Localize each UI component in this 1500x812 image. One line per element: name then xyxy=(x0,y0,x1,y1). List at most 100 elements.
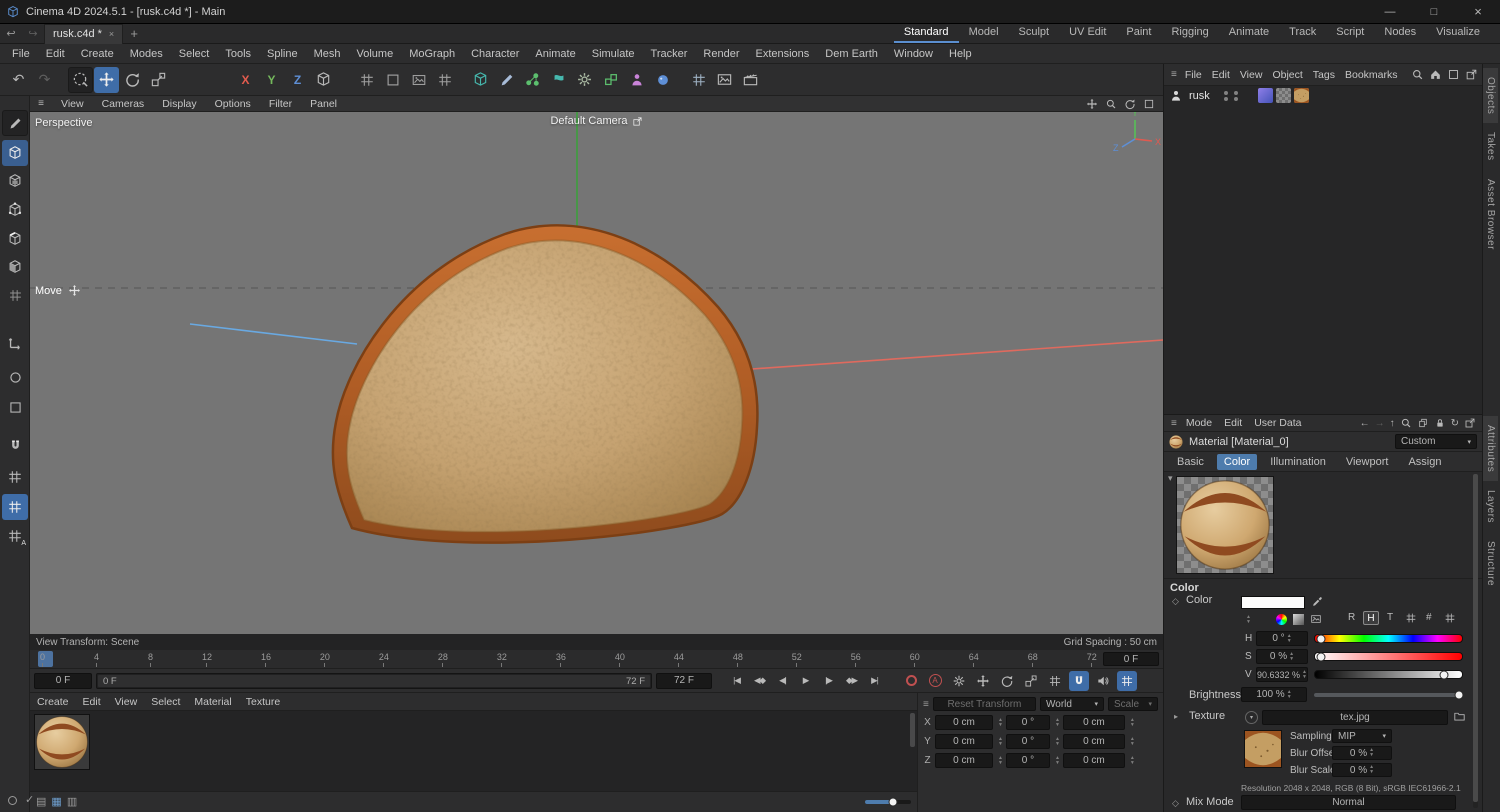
swatches-icon[interactable] xyxy=(1405,612,1417,624)
model-mode-button[interactable] xyxy=(2,140,28,166)
playback-button[interactable]: |◀ xyxy=(726,671,747,691)
mixmode-key-diamond[interactable]: ◇ xyxy=(1172,798,1179,809)
tab-close-icon[interactable]: × xyxy=(109,29,114,39)
history-forward-icon[interactable]: → xyxy=(1375,418,1385,429)
viewport-solo-button[interactable] xyxy=(2,364,28,390)
layout-tab[interactable]: Visualize xyxy=(1426,24,1490,43)
blur-offset-field[interactable]: 0 % ▲▼ xyxy=(1332,746,1392,760)
viewport-view-label[interactable]: Perspective xyxy=(35,117,92,129)
texture-options-icon[interactable]: ▾ xyxy=(1245,711,1258,724)
object-menu-icon[interactable]: ≡ xyxy=(1168,69,1180,80)
parameter-key-toggle[interactable] xyxy=(1045,671,1065,691)
toolbar-grid-icon-b[interactable] xyxy=(380,67,405,93)
texture-thumbnail[interactable] xyxy=(1244,730,1282,768)
floor-grid-button[interactable] xyxy=(686,67,711,93)
tab-add-icon[interactable]: + xyxy=(123,26,145,41)
viewport-menu-item[interactable]: Panel xyxy=(301,98,346,110)
texture-mode-button[interactable] xyxy=(2,168,28,194)
position-field[interactable]: 0 cm xyxy=(935,734,993,749)
menu-item[interactable]: File xyxy=(4,48,38,60)
attribute-tab[interactable]: Assign xyxy=(1401,454,1448,470)
menu-item[interactable]: Tracker xyxy=(643,48,696,60)
saturation-slider[interactable] xyxy=(1314,652,1463,661)
attr-external-icon[interactable] xyxy=(1464,417,1476,429)
axis-y-lock-button[interactable]: Y xyxy=(259,67,284,93)
menu-item[interactable]: Modes xyxy=(122,48,171,60)
edges-mode-button[interactable] xyxy=(2,226,28,252)
material-menu-item[interactable]: Create xyxy=(30,696,76,708)
mograph-button[interactable] xyxy=(520,67,545,93)
viewport-menu-item[interactable]: Options xyxy=(206,98,260,110)
material-thumbnail[interactable] xyxy=(34,714,90,770)
nav-forward-icon[interactable]: ↪ xyxy=(22,27,44,40)
status-indicator-icon[interactable] xyxy=(6,794,19,807)
viewport-camera-label[interactable]: Default Camera xyxy=(550,115,642,127)
brightness-slider[interactable] xyxy=(1314,693,1463,697)
redo-button[interactable]: ↷ xyxy=(32,67,57,93)
toolbar-grid-icon-a[interactable] xyxy=(354,67,379,93)
render-visibility-dots[interactable] xyxy=(1234,91,1238,101)
workplane-button[interactable] xyxy=(2,464,28,490)
object-menu-item[interactable]: View xyxy=(1235,69,1268,81)
rotation-field[interactable]: 0 ° xyxy=(1006,715,1050,730)
object-menu-item[interactable]: File xyxy=(1180,69,1207,81)
rotation-stepper[interactable]: ▲▼ xyxy=(1055,737,1060,747)
attribute-tab[interactable]: Color xyxy=(1217,454,1257,470)
toolbar-grid-icon-d[interactable] xyxy=(432,67,457,93)
value-field[interactable]: 90.6332 % ▲▼ xyxy=(1256,667,1308,682)
rotation-stepper[interactable]: ▲▼ xyxy=(1055,718,1060,728)
hex-mode-button[interactable]: # xyxy=(1426,612,1432,623)
editor-visibility-dots[interactable] xyxy=(1224,91,1228,101)
menu-item[interactable]: Volume xyxy=(349,48,402,60)
position-stepper[interactable]: ▲▼ xyxy=(998,718,1003,728)
menu-item[interactable]: Help xyxy=(941,48,980,60)
object-tree[interactable]: rusk xyxy=(1164,86,1482,414)
material-menu-item[interactable]: Edit xyxy=(76,696,108,708)
layout-tab[interactable]: Standard xyxy=(894,24,959,43)
panel-icon[interactable] xyxy=(1447,68,1460,81)
material-list[interactable] xyxy=(30,711,917,791)
spline-pen-button[interactable] xyxy=(494,67,519,93)
menu-item[interactable]: Select xyxy=(171,48,218,60)
menu-item[interactable]: Extensions xyxy=(747,48,817,60)
playback-button[interactable]: ◀| xyxy=(772,671,793,691)
object-menu-item[interactable]: Edit xyxy=(1207,69,1235,81)
menu-item[interactable]: Tools xyxy=(217,48,259,60)
layout-tab[interactable]: Sculpt xyxy=(1009,24,1060,43)
mix-mode-field[interactable]: Normal xyxy=(1241,795,1456,810)
texture-browse-icon[interactable] xyxy=(1453,710,1466,723)
side-tab[interactable]: Structure xyxy=(1483,532,1498,595)
history-back-icon[interactable]: ← xyxy=(1360,418,1370,429)
color-swatch[interactable] xyxy=(1241,596,1305,609)
phong-tag-icon[interactable] xyxy=(1258,88,1273,103)
home-icon[interactable] xyxy=(1429,68,1442,81)
object-row[interactable]: rusk xyxy=(1164,86,1482,105)
hue-slider[interactable] xyxy=(1314,634,1463,643)
snap-magnet-button[interactable] xyxy=(2,432,28,458)
coordinate-system-button[interactable] xyxy=(311,67,336,93)
document-tab[interactable]: rusk.c4d * × xyxy=(44,24,123,44)
coords-menu-icon[interactable]: ≡ xyxy=(923,699,929,710)
reset-transform-button[interactable]: Reset Transform xyxy=(933,697,1036,711)
menu-item[interactable]: Animate xyxy=(527,48,583,60)
texture-tag-icon[interactable] xyxy=(1294,88,1309,103)
viewport-menu-item[interactable]: Filter xyxy=(260,98,301,110)
menu-item[interactable]: Simulate xyxy=(584,48,643,60)
simulate-button[interactable] xyxy=(546,67,571,93)
side-tab[interactable]: Layers xyxy=(1483,481,1498,532)
position-field[interactable]: 0 cm xyxy=(935,753,993,768)
generator-button[interactable] xyxy=(598,67,623,93)
deformer-button[interactable] xyxy=(572,67,597,93)
layout-tab[interactable]: UV Edit xyxy=(1059,24,1116,43)
rotation-field[interactable]: 0 ° xyxy=(1006,753,1050,768)
dolly-view-icon[interactable] xyxy=(1105,98,1117,110)
viewport-menu-item[interactable]: Cameras xyxy=(93,98,154,110)
playback-button[interactable]: ◆▶ xyxy=(841,671,862,691)
nav-back-icon[interactable]: ↩ xyxy=(0,27,22,40)
hue-field[interactable]: 0 ° ▲▼ xyxy=(1256,631,1308,646)
layout-tab[interactable]: Model xyxy=(959,24,1009,43)
menu-item[interactable]: Dem Earth xyxy=(817,48,886,60)
position-stepper[interactable]: ▲▼ xyxy=(998,756,1003,766)
cube-primitive-button[interactable] xyxy=(468,67,493,93)
axis-x-lock-button[interactable]: X xyxy=(233,67,258,93)
